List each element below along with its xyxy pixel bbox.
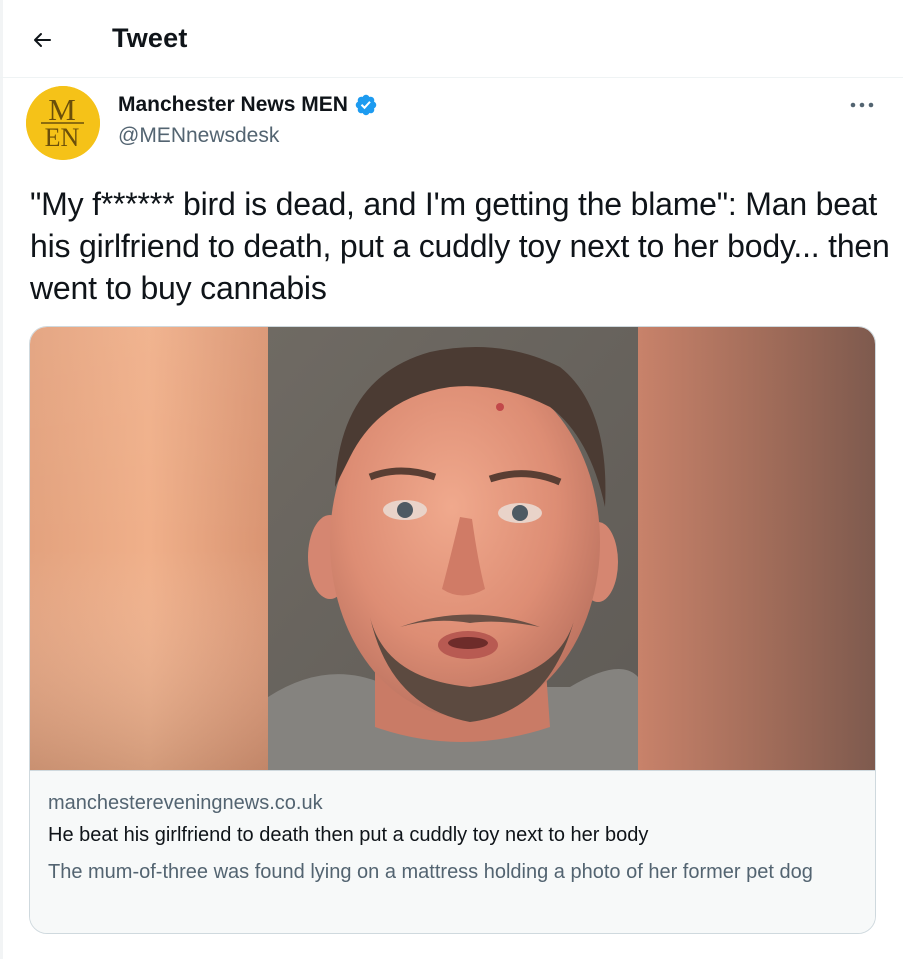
author-name-text[interactable]: Manchester News MEN	[118, 93, 348, 117]
author-name[interactable]: Manchester News MEN	[118, 93, 378, 117]
more-dots-icon	[850, 102, 874, 108]
men-logo-icon: M EN	[26, 86, 100, 160]
tweet-text: "My f****** bird is dead, and I'm gettin…	[30, 186, 890, 306]
page-title: Tweet	[112, 23, 188, 53]
card-image[interactable]	[30, 327, 875, 770]
card-description: The mum-of-three was found lying on a ma…	[48, 861, 813, 883]
card-title: He beat his girlfriend to death then put…	[48, 824, 649, 846]
link-preview-card[interactable]: manchestereveningnews.co.uk He beat his …	[29, 326, 876, 934]
arrow-left-icon	[34, 33, 51, 47]
avatar[interactable]: M EN	[26, 86, 100, 160]
verified-badge-icon	[355, 94, 377, 116]
more-options-button[interactable]	[842, 90, 882, 120]
svg-text:EN: EN	[45, 123, 80, 152]
card-footer[interactable]: manchestereveningnews.co.uk He beat his …	[30, 770, 875, 933]
back-button[interactable]	[22, 20, 62, 60]
author-handle[interactable]: @MENnewsdesk	[118, 124, 279, 148]
tweet-page: Tweet M EN Manchester News MEN @MENnewsd…	[0, 0, 903, 959]
card-domain: manchestereveningnews.co.uk	[48, 792, 323, 814]
page-header: Tweet	[0, 0, 903, 78]
mugshot-photo	[30, 327, 875, 770]
left-edge-divider	[0, 0, 3, 959]
svg-text:M: M	[48, 92, 76, 127]
